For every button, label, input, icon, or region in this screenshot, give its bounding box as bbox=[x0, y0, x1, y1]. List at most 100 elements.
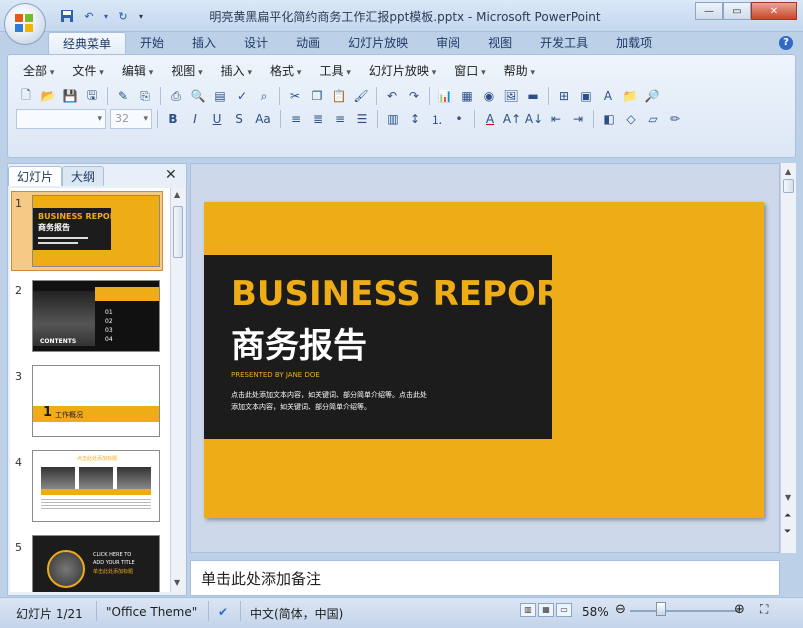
font-size-combo[interactable]: 32 bbox=[110, 109, 152, 129]
menu-insert[interactable]: 插入 bbox=[212, 62, 261, 80]
print-preview-icon[interactable]: 🔍 bbox=[188, 86, 208, 106]
font-color-icon[interactable]: A bbox=[480, 109, 500, 129]
slide-title-en[interactable]: BUSINESS REPORT bbox=[231, 274, 584, 314]
undo-icon[interactable]: ↶ bbox=[80, 7, 98, 25]
save-icon[interactable] bbox=[58, 7, 76, 25]
zoom-slider[interactable] bbox=[630, 610, 740, 612]
minimize-button[interactable]: — bbox=[695, 2, 723, 20]
menu-format[interactable]: 格式 bbox=[261, 62, 310, 80]
paste-icon[interactable]: 📋 bbox=[329, 86, 349, 106]
font-name-combo[interactable] bbox=[16, 109, 106, 129]
menu-edit[interactable]: 编辑 bbox=[113, 62, 162, 80]
undo-icon[interactable]: ↶ bbox=[382, 86, 402, 106]
line-spacing-icon[interactable]: ↕ bbox=[405, 109, 425, 129]
menu-window[interactable]: 窗口 bbox=[445, 62, 494, 80]
tab-addins[interactable]: 加载项 bbox=[602, 32, 666, 54]
redo-icon[interactable]: ↻ bbox=[114, 7, 132, 25]
new-file-icon[interactable]: 🗋 bbox=[16, 86, 36, 106]
previous-slide-icon[interactable]: ⏶ bbox=[784, 511, 791, 521]
tab-design[interactable]: 设计 bbox=[230, 32, 282, 54]
slide-presenter[interactable]: PRESENTED BY JANE DOE bbox=[231, 371, 320, 379]
normal-view-icon[interactable]: ▥ bbox=[520, 603, 536, 617]
increase-indent-icon[interactable]: ⇥ bbox=[568, 109, 588, 129]
tab-view[interactable]: 视图 bbox=[474, 32, 526, 54]
menu-all[interactable]: 全部 bbox=[14, 62, 63, 80]
align-left-icon[interactable]: ≡ bbox=[286, 109, 306, 129]
slideshow-view-icon[interactable]: ▭ bbox=[556, 603, 572, 617]
numbering-icon[interactable]: ⒈ bbox=[427, 109, 447, 129]
zoom-out-icon[interactable]: ⊖ bbox=[615, 602, 626, 617]
scrollbar-thumb[interactable] bbox=[173, 206, 183, 258]
shape-outline-icon[interactable]: ✏ bbox=[665, 109, 685, 129]
spelling-icon[interactable]: ✓ bbox=[232, 86, 252, 106]
align-right-icon[interactable]: ≡ bbox=[330, 109, 350, 129]
copy-icon[interactable]: ❐ bbox=[307, 86, 327, 106]
arrange-icon[interactable]: ◧ bbox=[599, 109, 619, 129]
slide-description-line2[interactable]: 添加文本内容，如关键词、部分简单介绍等。 bbox=[231, 402, 371, 412]
help-icon[interactable]: ? bbox=[779, 36, 793, 50]
attach-icon[interactable]: ⎘ bbox=[135, 86, 155, 106]
slide-layout-icon[interactable]: ▬ bbox=[523, 86, 543, 106]
slide-thumbnail-4[interactable]: 点击此处添加标题 bbox=[32, 450, 160, 522]
grow-font-icon[interactable]: A↑ bbox=[502, 109, 522, 129]
decrease-indent-icon[interactable]: ⇤ bbox=[546, 109, 566, 129]
slide-thumbnail-2[interactable]: CONTENTS 01 02 03 04 bbox=[32, 280, 160, 352]
scroll-up-arrow-icon[interactable]: ▲ bbox=[785, 167, 791, 176]
find-icon[interactable]: 🔎 bbox=[642, 86, 662, 106]
tab-slides[interactable]: 幻灯片 bbox=[8, 166, 63, 186]
save-as-icon[interactable]: 🖫 bbox=[82, 86, 102, 106]
research-icon[interactable]: ⌕ bbox=[254, 86, 274, 106]
fit-to-window-icon[interactable]: ⛶ bbox=[760, 602, 768, 617]
clip-art-icon[interactable]: ◉ bbox=[479, 86, 499, 106]
cut-icon[interactable]: ✂ bbox=[285, 86, 305, 106]
shapes-icon[interactable]: ◇ bbox=[621, 109, 641, 129]
bold-icon[interactable]: B bbox=[163, 109, 183, 129]
page-setup-icon[interactable]: ▤ bbox=[210, 86, 230, 106]
tab-developer[interactable]: 开发工具 bbox=[526, 32, 602, 54]
thumbnails-scrollbar[interactable]: ▲ ▼ bbox=[170, 188, 185, 592]
zoom-in-icon[interactable]: ⊕ bbox=[734, 602, 745, 617]
customize-qat-icon[interactable]: ▾ bbox=[136, 7, 146, 25]
undo-dropdown-icon[interactable]: ▾ bbox=[102, 7, 110, 25]
tab-review[interactable]: 审阅 bbox=[422, 32, 474, 54]
slide-thumbnail-1[interactable]: BUSINESS REPORT 商务报告 bbox=[32, 195, 160, 267]
redo-icon[interactable]: ↷ bbox=[404, 86, 424, 106]
menu-slideshow[interactable]: 幻灯片放映 bbox=[360, 62, 445, 80]
chart-icon[interactable]: 📊 bbox=[435, 86, 455, 106]
tab-home[interactable]: 开始 bbox=[126, 32, 178, 54]
menu-tools[interactable]: 工具 bbox=[310, 62, 359, 80]
tab-outline[interactable]: 大纲 bbox=[62, 166, 105, 186]
tab-insert[interactable]: 插入 bbox=[178, 32, 230, 54]
scroll-up-arrow-icon[interactable]: ▲ bbox=[174, 190, 180, 199]
slide-thumbnail-5[interactable]: CLICK HERE TO ADD YOUR TITLE 单击此处添加标题 bbox=[32, 535, 160, 592]
justify-icon[interactable]: ☰ bbox=[352, 109, 372, 129]
print-icon[interactable]: ⎙ bbox=[166, 86, 186, 106]
textbox-icon[interactable]: A bbox=[598, 86, 618, 106]
shrink-font-icon[interactable]: A↓ bbox=[524, 109, 544, 129]
menu-view[interactable]: 视图 bbox=[162, 62, 211, 80]
permission-icon[interactable]: ✎ bbox=[113, 86, 133, 106]
open-icon[interactable]: 📂 bbox=[38, 86, 58, 106]
slide-scrollbar[interactable]: ▲ ▼ ⏶ ⏷ bbox=[780, 163, 796, 553]
columns-icon[interactable]: ▥ bbox=[383, 109, 403, 129]
align-center-icon[interactable]: ≣ bbox=[308, 109, 328, 129]
layout-icon[interactable]: ▣ bbox=[576, 86, 596, 106]
office-button[interactable] bbox=[4, 3, 46, 45]
table-icon[interactable]: ▦ bbox=[457, 86, 477, 106]
close-pane-icon[interactable]: ✕ bbox=[165, 167, 177, 183]
zoom-slider-thumb[interactable] bbox=[656, 602, 666, 616]
slide-thumbnail-3[interactable]: 1 工作概况 bbox=[32, 365, 160, 437]
save-icon[interactable]: 💾 bbox=[60, 86, 80, 106]
picture-icon[interactable]: 🖼 bbox=[501, 86, 521, 106]
tab-animations[interactable]: 动画 bbox=[282, 32, 334, 54]
maximize-button[interactable]: ▭ bbox=[723, 2, 751, 20]
format-painter-icon[interactable]: 🖌 bbox=[351, 86, 371, 106]
strikethrough-icon[interactable]: S bbox=[229, 109, 249, 129]
shape-fill-icon[interactable]: ▱ bbox=[643, 109, 663, 129]
menu-help[interactable]: 帮助 bbox=[495, 62, 544, 80]
slide-description-line1[interactable]: 点击此处添加文本内容，如关键词、部分简单介绍等。点击此处 bbox=[231, 390, 427, 400]
slide-sorter-view-icon[interactable]: ▦ bbox=[538, 603, 554, 617]
tab-classic-menu[interactable]: 经典菜单 bbox=[48, 32, 127, 54]
folder-icon[interactable]: 📁 bbox=[620, 86, 640, 106]
italic-icon[interactable]: I bbox=[185, 109, 205, 129]
